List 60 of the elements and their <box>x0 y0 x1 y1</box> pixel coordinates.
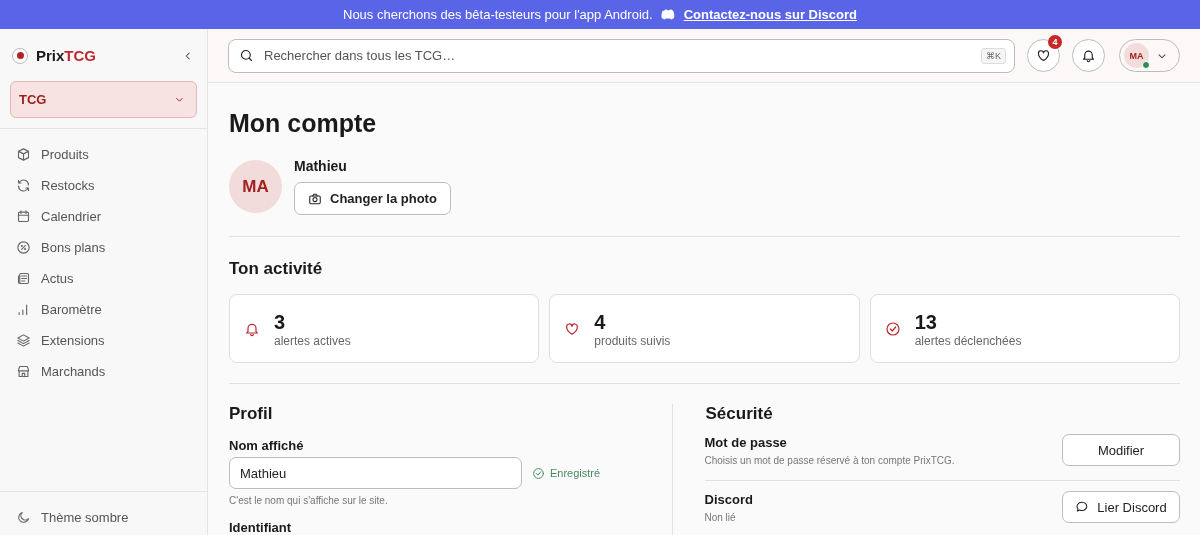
refresh-icon <box>16 178 31 193</box>
check-circle-icon <box>532 466 545 480</box>
stat-label: alertes déclenchées <box>914 333 1022 348</box>
sidebar-item[interactable]: Produits <box>16 139 191 170</box>
display-name-field[interactable]: Mathieu <box>229 457 522 489</box>
chat-bubble-icon <box>1075 500 1090 514</box>
search-bar[interactable]: Rechercher dans tous les TCG… ⌘K <box>228 38 1015 73</box>
setting-title: Mot de passe <box>704 434 788 450</box>
search-field[interactable]: Rechercher dans tous les TCG… <box>262 47 973 64</box>
calendar-icon <box>16 209 31 224</box>
bell-icon <box>1081 48 1096 63</box>
sidebar-item[interactable]: Calendrier <box>16 201 191 232</box>
change-photo-button[interactable]: Changer la photo <box>294 182 451 215</box>
section-title: Profil <box>229 404 274 424</box>
sidebar-item[interactable]: Bons plans <box>16 232 191 263</box>
discord-link[interactable]: Contactez-nous sur Discord <box>683 7 857 22</box>
box-icon <box>16 147 31 162</box>
discount-icon <box>16 240 31 255</box>
setting-description: Non lié <box>704 511 737 523</box>
sidebar-item[interactable]: Baromètre <box>16 294 191 325</box>
setting-description: Choisis un mot de passe réservé à ton compte PrixTCG. <box>704 454 955 466</box>
check-circle-icon <box>884 320 901 337</box>
setting-button[interactable]: Modifier <box>1062 434 1180 466</box>
shortcut-hint: ⌘K <box>981 47 1006 64</box>
tcg-selector[interactable]: TCG <box>10 81 197 118</box>
heart-icon <box>564 320 581 337</box>
saved-status: Enregistré <box>532 466 601 480</box>
store-icon <box>16 364 31 379</box>
brand-name: PrixTCG <box>36 47 98 64</box>
camera-icon <box>308 191 322 206</box>
stat-label: produits suivis <box>594 333 671 348</box>
section-title: Sécurité <box>705 404 774 424</box>
notifications-button[interactable] <box>1072 39 1105 72</box>
field-hint: C'est le nom qui s'affiche sur le site. <box>229 495 389 506</box>
user-name: Mathieu <box>294 158 348 174</box>
stat-value: 3 <box>274 309 287 334</box>
profile-avatar: MA <box>229 160 282 213</box>
moon-icon <box>16 510 31 525</box>
user-avatar: MA <box>1124 43 1149 68</box>
sidebar-item[interactable]: Actus <box>16 263 191 294</box>
stat-value: 4 <box>594 309 607 334</box>
newspaper-icon <box>16 271 31 286</box>
sidebar-item[interactable]: Marchands <box>16 356 191 387</box>
stat-label: alertes actives <box>274 333 351 348</box>
layers-icon <box>16 333 31 348</box>
count-badge: 4 <box>1048 35 1062 49</box>
setting-button[interactable]: Lier Discord <box>1062 491 1180 523</box>
page-title: Mon compte <box>229 109 378 138</box>
dark-theme-toggle[interactable]: Thème sombre <box>16 502 191 533</box>
heart-icon <box>1036 48 1051 63</box>
sidebar-item[interactable]: Restocks <box>16 170 191 201</box>
setting-title: Discord <box>704 491 753 507</box>
section-title: Ton activité <box>229 259 324 279</box>
field-label: Nom affiché <box>229 438 305 453</box>
logo-icon <box>12 47 28 64</box>
search-icon <box>239 48 254 63</box>
stat-value: 13 <box>914 309 938 334</box>
sidebar-item[interactable]: Extensions <box>16 325 191 356</box>
banner-text: Nous cherchons des bêta-testeurs pour l'app Android. <box>343 7 653 22</box>
field-label: Identifiant <box>229 520 293 535</box>
